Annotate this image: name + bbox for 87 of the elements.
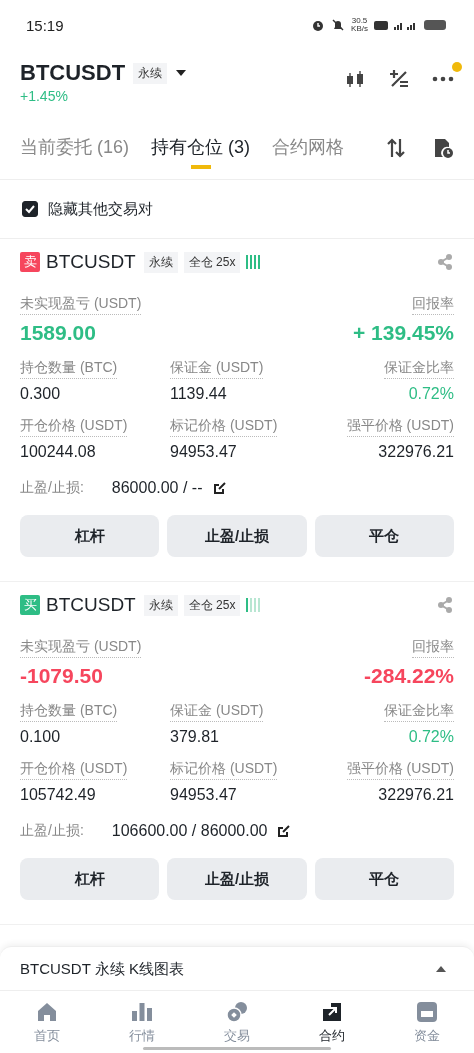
position-symbol: BTCUSDT [46, 251, 136, 273]
bar-chart-icon [131, 1001, 154, 1023]
field-label: 标记价格 (USDT) [170, 417, 278, 437]
tpsl-value: 86000.00 / -- [111, 479, 203, 497]
field-label: 强平价格 (USDT) [346, 760, 454, 780]
field-value: 1139.44 [170, 385, 227, 403]
coins-icon [226, 1001, 248, 1023]
bell-off-icon [331, 18, 346, 32]
field-value: 0.72% [408, 728, 454, 746]
margin-mode-tag: 全仓 25x [183, 594, 241, 616]
field-label: 强平价格 (USDT) [346, 417, 454, 437]
calculator-icon[interactable] [388, 68, 410, 90]
price-change: +1.45% [20, 88, 69, 104]
margin-mode-tag: 全仓 25x [183, 251, 241, 273]
chart-panel-bar[interactable]: BTCUSDT 永续 K线图表 [0, 946, 474, 991]
field-label: 保证金比率 [384, 359, 454, 379]
field-label: 持仓数量 (BTC) [20, 702, 118, 722]
field-value: 379.81 [170, 728, 219, 746]
field-label: 未实现盈亏 (USDT) [20, 638, 142, 658]
side-badge: 卖 [20, 252, 40, 272]
candlestick-icon[interactable] [344, 68, 366, 90]
unrealized-pnl: -1079.50 [20, 664, 103, 688]
field-value: 322976.21 [378, 443, 454, 461]
checkbox[interactable] [22, 201, 38, 217]
chart-panel-title[interactable]: BTCUSDT 永续 K线图表 [20, 959, 184, 979]
field-label: 保证金 (USDT) [170, 359, 264, 379]
contract-tag: 永续 [143, 594, 178, 616]
field-label: 持仓数量 (BTC) [20, 359, 118, 379]
field-label: 开仓价格 (USDT) [20, 417, 128, 437]
nav-item[interactable]: 交易 [189, 991, 285, 1053]
return-rate: + 139.45% [353, 321, 454, 345]
nav-item[interactable]: 资金 [379, 991, 474, 1053]
field-value: 322976.21 [378, 786, 454, 804]
alarm-icon [311, 18, 326, 32]
action-button[interactable]: 杠杆 [20, 858, 160, 900]
edit-icon[interactable] [212, 481, 227, 495]
action-button[interactable]: 止盈/止损 [167, 858, 307, 900]
action-button[interactable]: 平仓 [314, 515, 454, 557]
edit-icon[interactable] [277, 824, 292, 838]
contract-tag: 永续 [143, 251, 178, 273]
tab[interactable]: 当前委托 (16) [20, 135, 129, 173]
field-label: 回报率 [412, 638, 454, 658]
expand-caret-icon[interactable] [436, 966, 446, 972]
field-label: 保证金 (USDT) [170, 702, 264, 722]
action-button[interactable]: 平仓 [314, 858, 454, 900]
field-label: 开仓价格 (USDT) [20, 760, 128, 780]
field-label: 保证金比率 [384, 702, 454, 722]
status-time: 15:19 [26, 16, 64, 34]
nav-item[interactable]: 首页 [0, 991, 95, 1053]
nav-item[interactable]: 行情 [94, 991, 190, 1053]
tpsl-label: 止盈/止损: [20, 479, 84, 497]
wallet-icon [415, 1001, 438, 1023]
field-value: 0.300 [20, 385, 61, 403]
tpsl-label: 止盈/止损: [20, 822, 84, 840]
field-value: 100244.08 [20, 443, 96, 461]
home-icon [36, 1001, 59, 1023]
field-label: 标记价格 (USDT) [170, 760, 278, 780]
field-value: 0.72% [408, 385, 454, 403]
history-icon[interactable] [432, 137, 454, 159]
field-value: 105742.49 [20, 786, 96, 804]
symbol-title[interactable]: BTCUSDT [20, 60, 126, 86]
field-label: 未实现盈亏 (USDT) [20, 295, 142, 315]
field-value: 94953.47 [170, 443, 237, 461]
nav-item[interactable]: 合约 [284, 991, 380, 1053]
battery-icon [424, 19, 448, 31]
field-value: 0.100 [20, 728, 61, 746]
action-button[interactable]: 止盈/止损 [167, 515, 307, 557]
sort-icon[interactable] [386, 137, 406, 159]
risk-meter-icon [246, 255, 263, 269]
field-value: 94953.47 [170, 786, 237, 804]
tab[interactable]: 持有仓位 (3) [151, 135, 250, 173]
unrealized-pnl: 1589.00 [20, 321, 96, 345]
network-speed: 30.5 KB/s [351, 17, 368, 33]
tpsl-value: 106600.00 / 86000.00 [111, 822, 268, 840]
risk-meter-icon [246, 598, 263, 612]
futures-icon [320, 1001, 343, 1023]
tab[interactable]: 合约网格 [272, 135, 344, 173]
action-button[interactable]: 杠杆 [20, 515, 160, 557]
signal-icon [374, 19, 418, 31]
position-symbol: BTCUSDT [46, 594, 136, 616]
field-label: 回报率 [412, 295, 454, 315]
contract-tag: 永续 [133, 62, 168, 84]
checkbox-label[interactable]: 隐藏其他交易对 [48, 199, 153, 219]
return-rate: -284.22% [364, 664, 454, 688]
side-badge: 买 [20, 595, 40, 615]
more-icon[interactable] [432, 76, 454, 82]
dropdown-caret-icon[interactable] [175, 69, 188, 77]
